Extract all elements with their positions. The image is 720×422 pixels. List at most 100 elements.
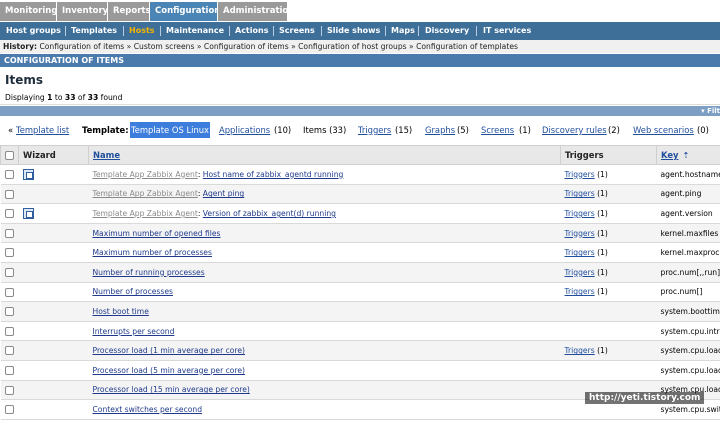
graphs-link[interactable]: Graphs: [425, 122, 455, 138]
submenu-discovery[interactable]: Discovery: [425, 22, 469, 40]
row-checkbox[interactable]: [4, 405, 14, 415]
select-all-checkbox[interactable]: [5, 151, 14, 160]
row-checkbox[interactable]: [4, 287, 14, 297]
submenu-templates[interactable]: Templates: [71, 22, 117, 40]
triggers-link[interactable]: Triggers: [565, 209, 595, 218]
row-checkbox[interactable]: [4, 268, 14, 278]
row-select-cell[interactable]: [0, 380, 19, 401]
tab-inventory[interactable]: Inventory: [57, 2, 108, 21]
row-checkbox[interactable]: [4, 346, 14, 356]
submenu-separator: [476, 26, 477, 36]
item-name-link[interactable]: Agent ping: [203, 189, 244, 198]
item-name-link[interactable]: Processor load (5 min average per core): [93, 366, 246, 375]
submenu-separator: [123, 26, 124, 36]
triggers-link[interactable]: Triggers: [565, 346, 595, 355]
filter-toggle[interactable]: ▾ Filt: [701, 106, 720, 116]
history-trail[interactable]: Configuration of items » Custom screens …: [39, 42, 517, 51]
row-select-cell[interactable]: [0, 282, 19, 303]
wizard-cell: [18, 301, 89, 322]
item-name-link[interactable]: Processor load (1 min average per core): [93, 346, 246, 355]
triggers-link[interactable]: Triggers: [565, 248, 595, 257]
row-select-cell[interactable]: [0, 223, 19, 244]
triggers-link[interactable]: Triggers: [565, 229, 595, 238]
row-checkbox[interactable]: [4, 326, 14, 336]
row-select-cell[interactable]: [0, 360, 19, 381]
parent-template-link[interactable]: Template App Zabbix Agent: [93, 209, 198, 218]
tab-configuration[interactable]: Configuration: [150, 2, 220, 21]
triggers-count: (15): [395, 125, 413, 135]
wizard-cell: [18, 184, 89, 205]
select-all-header[interactable]: [0, 145, 19, 165]
row-select-cell[interactable]: [0, 203, 19, 224]
submenu-slide-shows[interactable]: Slide shows: [327, 22, 380, 40]
row-checkbox[interactable]: [4, 307, 14, 317]
row-select-cell[interactable]: [0, 242, 19, 263]
row-checkbox[interactable]: [4, 189, 14, 199]
name-sort-link[interactable]: Name: [93, 150, 120, 160]
row-checkbox[interactable]: [4, 248, 14, 258]
item-name-link[interactable]: Number of running processes: [93, 268, 205, 277]
triggers-link[interactable]: Triggers: [565, 170, 595, 179]
submenu-it-services[interactable]: IT services: [483, 22, 531, 40]
item-name-link[interactable]: Host name of zabbix_agentd running: [203, 170, 344, 179]
applications-link[interactable]: Applications: [219, 122, 270, 138]
item-name-link[interactable]: Context switches per second: [93, 405, 203, 414]
item-name-link[interactable]: Number of processes: [93, 287, 173, 296]
history-breadcrumb: History: Configuration of items » Custom…: [0, 40, 720, 53]
row-select-cell[interactable]: [0, 164, 19, 185]
row-select-cell[interactable]: [0, 399, 19, 420]
submenu-actions[interactable]: Actions: [235, 22, 268, 40]
item-key: system.cpu.switches: [660, 404, 720, 414]
row-select-cell[interactable]: [0, 340, 19, 361]
triggers-link[interactable]: Triggers: [358, 122, 391, 138]
tab-reports[interactable]: Reports: [108, 2, 151, 21]
tab-administration[interactable]: Administration: [218, 2, 294, 21]
item-name-link[interactable]: Maximum number of processes: [93, 248, 212, 257]
wizard-cell: [18, 380, 89, 401]
row-select-cell[interactable]: [0, 184, 19, 205]
template-name-link[interactable]: Template OS Linux: [130, 122, 211, 138]
item-name-link[interactable]: Interrupts per second: [93, 327, 175, 336]
template-list-link[interactable]: Template list: [16, 122, 69, 138]
web-scenarios-link[interactable]: Web scenarios: [633, 122, 694, 138]
item-name-link[interactable]: Processor load (15 min average per core): [93, 385, 250, 394]
row-select-cell[interactable]: [0, 321, 19, 342]
parent-template-link[interactable]: Template App Zabbix Agent: [93, 170, 198, 179]
discovery-rules-link[interactable]: Discovery rules: [542, 122, 607, 138]
row-checkbox[interactable]: [4, 365, 14, 375]
web-scenarios-count: (0): [697, 125, 709, 135]
wizard-icon[interactable]: [22, 207, 34, 219]
filter-bar[interactable]: ▾ Filt: [0, 106, 720, 116]
wizard-header: Wizard: [18, 145, 89, 165]
item-name-link[interactable]: Host boot time: [93, 307, 149, 316]
name-header[interactable]: Name: [88, 145, 561, 165]
screens-link[interactable]: Screens: [481, 122, 514, 138]
submenu-screens[interactable]: Screens: [279, 22, 315, 40]
row-checkbox[interactable]: [4, 385, 14, 395]
row-select-cell[interactable]: [0, 301, 19, 322]
item-name-link[interactable]: Maximum number of opened files: [93, 229, 221, 238]
item-key: system.cpu.intr: [660, 326, 720, 336]
tab-monitoring[interactable]: Monitoring: [0, 2, 57, 21]
triggers-cell: Triggers (1): [560, 164, 657, 185]
applications-count: (10): [274, 125, 292, 135]
row-checkbox[interactable]: [4, 209, 14, 219]
table-row: Maximum number of processes Triggers (1) k…: [0, 242, 720, 263]
triggers-link[interactable]: Triggers: [565, 287, 595, 296]
triggers-cell: Triggers (1): [560, 223, 657, 244]
row-checkbox[interactable]: [4, 170, 14, 180]
row-checkbox[interactable]: [4, 228, 14, 238]
displaying-suffix: found: [100, 93, 123, 102]
row-select-cell[interactable]: [0, 262, 19, 283]
item-name-link[interactable]: Version of zabbix_agent(d) running: [203, 209, 336, 218]
key-sort-link[interactable]: Key: [661, 150, 678, 160]
key-header[interactable]: Key ⇡: [656, 145, 720, 165]
triggers-link[interactable]: Triggers: [565, 189, 595, 198]
triggers-link[interactable]: Triggers: [565, 268, 595, 277]
submenu-maps[interactable]: Maps: [391, 22, 415, 40]
parent-template-link[interactable]: Template App Zabbix Agent: [93, 189, 198, 198]
submenu-hosts[interactable]: Hosts: [129, 22, 155, 40]
wizard-icon[interactable]: [22, 168, 34, 180]
submenu-host-groups[interactable]: Host groups: [6, 22, 61, 40]
submenu-maintenance[interactable]: Maintenance: [166, 22, 224, 40]
